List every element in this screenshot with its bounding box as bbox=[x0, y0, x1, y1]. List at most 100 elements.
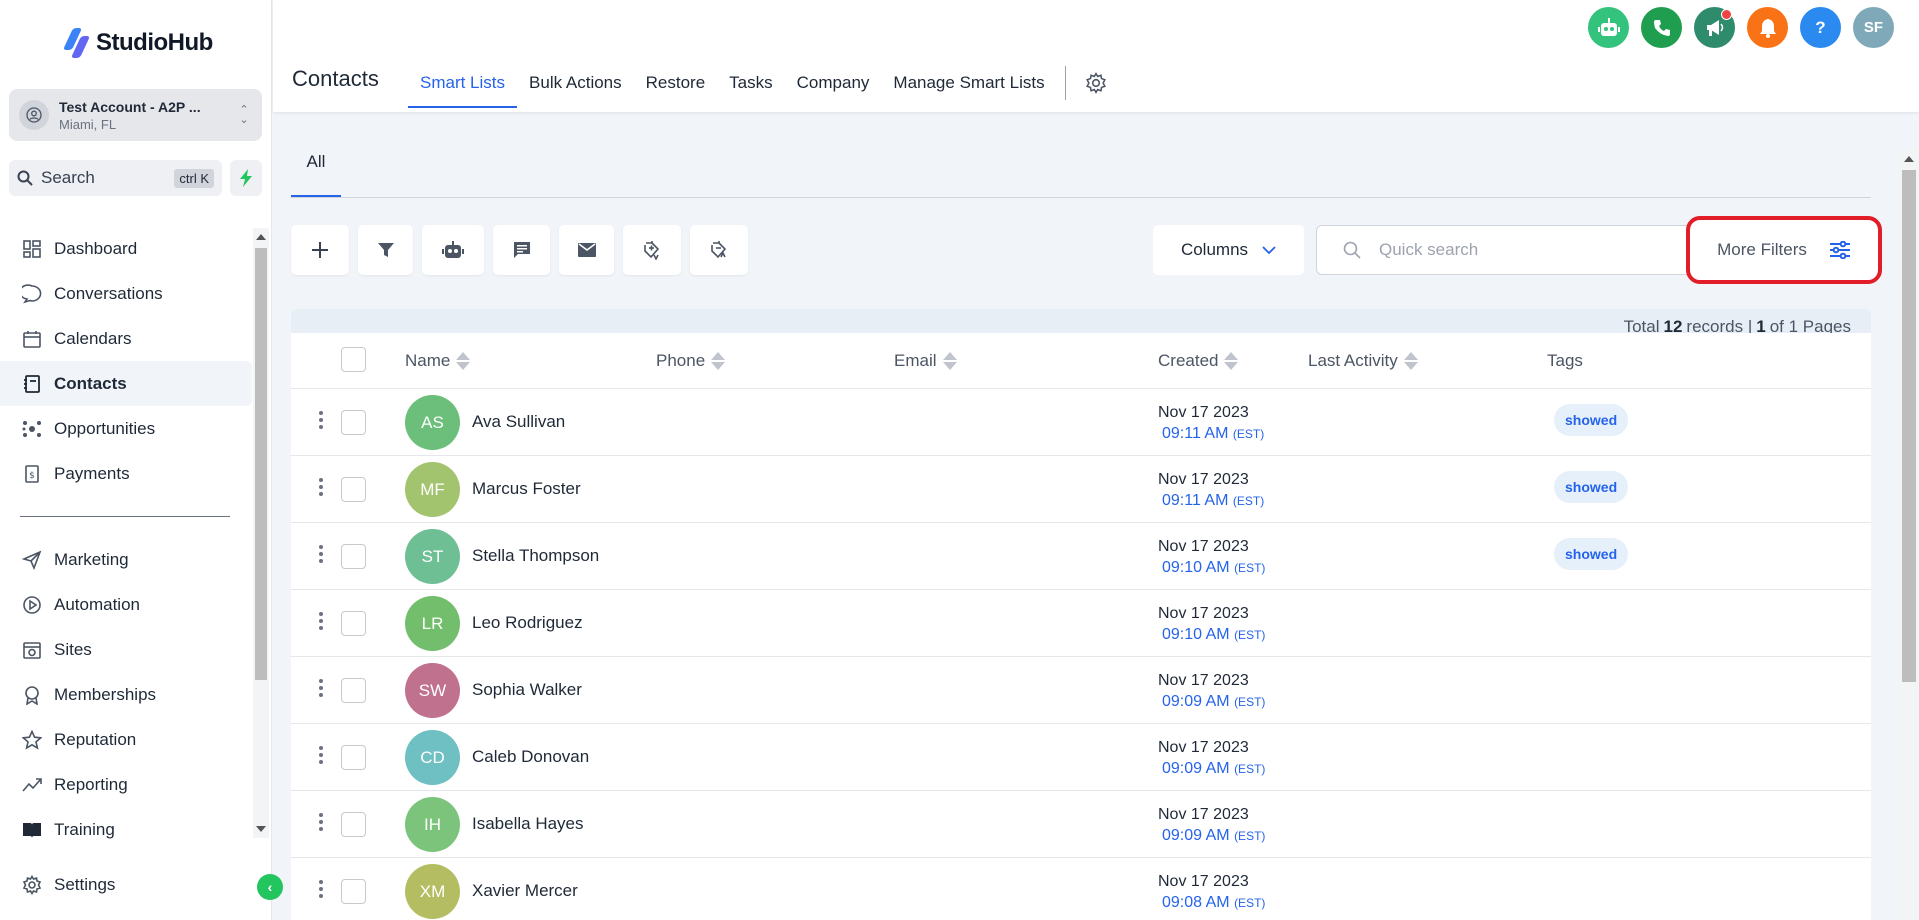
sidebar-item-dashboard[interactable]: Dashboard bbox=[0, 226, 252, 271]
row-menu-icon[interactable] bbox=[318, 612, 324, 630]
quick-search-input[interactable] bbox=[1379, 240, 1679, 260]
help-button[interactable]: ? bbox=[1800, 7, 1841, 48]
remove-tag-button[interactable] bbox=[690, 225, 748, 275]
user-avatar[interactable]: SF bbox=[1853, 7, 1894, 48]
contact-name[interactable]: Stella Thompson bbox=[472, 546, 599, 566]
tab-manage-smart-lists[interactable]: Manage Smart Lists bbox=[881, 58, 1056, 108]
sidebar-item-payments[interactable]: $ Payments bbox=[0, 451, 252, 496]
row-checkbox[interactable] bbox=[341, 879, 366, 904]
row-menu-icon[interactable] bbox=[318, 545, 324, 563]
row-menu-icon[interactable] bbox=[318, 478, 324, 496]
tab-company[interactable]: Company bbox=[785, 58, 882, 108]
main-scrollbar[interactable] bbox=[1899, 150, 1919, 920]
table-row[interactable]: SW Sophia Walker Nov 17 2023 09:09 AM (EST) bbox=[291, 657, 1871, 724]
add-contact-button[interactable] bbox=[291, 225, 349, 275]
add-tag-button[interactable] bbox=[623, 225, 681, 275]
sidebar-item-conversations[interactable]: Conversations bbox=[0, 271, 252, 316]
tab-smart-lists[interactable]: Smart Lists bbox=[408, 58, 518, 108]
sidebar: StudioHub Test Account - A2P ... Miami, … bbox=[0, 0, 272, 920]
scroll-down-icon[interactable] bbox=[256, 826, 266, 832]
column-email[interactable]: Email bbox=[894, 351, 957, 371]
notifications-button[interactable] bbox=[1747, 7, 1788, 48]
announcements-button[interactable] bbox=[1694, 7, 1735, 48]
account-switcher[interactable]: Test Account - A2P ... Miami, FL ⌃ ⌄ bbox=[9, 89, 262, 141]
contact-name[interactable]: Ava Sullivan bbox=[472, 412, 565, 432]
contact-avatar[interactable]: XM bbox=[405, 864, 460, 919]
sidebar-item-contacts[interactable]: Contacts bbox=[0, 361, 252, 406]
row-checkbox[interactable] bbox=[341, 745, 366, 770]
tab-restore[interactable]: Restore bbox=[634, 58, 718, 108]
tag-badge[interactable]: showed bbox=[1554, 538, 1629, 570]
phone-button[interactable] bbox=[1641, 7, 1682, 48]
row-menu-icon[interactable] bbox=[318, 880, 324, 898]
scroll-up-icon[interactable] bbox=[1904, 156, 1914, 162]
send-email-button[interactable] bbox=[559, 225, 614, 275]
column-last-activity[interactable]: Last Activity bbox=[1308, 351, 1418, 371]
sidebar-item-reputation[interactable]: Reputation bbox=[0, 717, 252, 762]
tag-badge[interactable]: showed bbox=[1554, 404, 1629, 436]
tag-badge[interactable]: showed bbox=[1554, 471, 1629, 503]
contact-avatar[interactable]: SW bbox=[405, 663, 460, 718]
sidebar-scrollbar[interactable] bbox=[253, 228, 269, 838]
row-checkbox[interactable] bbox=[341, 812, 366, 837]
tab-all[interactable]: All bbox=[291, 152, 341, 198]
table-row[interactable]: MF Marcus Foster Nov 17 2023 09:11 AM (EST)… bbox=[291, 456, 1871, 523]
contact-avatar[interactable]: LR bbox=[405, 596, 460, 651]
column-phone[interactable]: Phone bbox=[656, 351, 726, 371]
sidebar-item-calendars[interactable]: Calendars bbox=[0, 316, 252, 361]
sidebar-item-training[interactable]: Training bbox=[0, 807, 252, 852]
sidebar-item-sites[interactable]: Sites bbox=[0, 627, 252, 672]
more-filters-button[interactable]: More Filters bbox=[1686, 216, 1882, 284]
contact-name[interactable]: Isabella Hayes bbox=[472, 814, 584, 834]
contact-name[interactable]: Xavier Mercer bbox=[472, 881, 578, 901]
contact-avatar[interactable]: MF bbox=[405, 462, 460, 517]
contact-avatar[interactable]: AS bbox=[405, 395, 460, 450]
table-row[interactable]: ST Stella Thompson Nov 17 2023 09:10 AM (ES… bbox=[291, 523, 1871, 590]
ai-assistant-button[interactable] bbox=[1588, 7, 1629, 48]
tab-tasks[interactable]: Tasks bbox=[717, 58, 784, 108]
contact-avatar[interactable]: CD bbox=[405, 730, 460, 785]
row-checkbox[interactable] bbox=[341, 410, 366, 435]
row-menu-icon[interactable] bbox=[318, 679, 324, 697]
contact-name[interactable]: Leo Rodriguez bbox=[472, 613, 583, 633]
filter-button[interactable] bbox=[358, 225, 413, 275]
contacts-settings-button[interactable] bbox=[1078, 58, 1114, 108]
contact-avatar[interactable]: ST bbox=[405, 529, 460, 584]
sidebar-item-memberships[interactable]: Memberships bbox=[0, 672, 252, 717]
row-checkbox[interactable] bbox=[341, 477, 366, 502]
contact-name[interactable]: Marcus Foster bbox=[472, 479, 581, 499]
sidebar-item-reporting[interactable]: Reporting bbox=[0, 762, 252, 807]
select-all-checkbox[interactable] bbox=[341, 347, 366, 372]
table-row[interactable]: IH Isabella Hayes Nov 17 2023 09:09 AM (EST… bbox=[291, 791, 1871, 858]
row-menu-icon[interactable] bbox=[318, 813, 324, 831]
scrollbar-thumb[interactable] bbox=[255, 248, 267, 680]
sidebar-item-opportunities[interactable]: Opportunities bbox=[0, 406, 252, 451]
row-checkbox[interactable] bbox=[341, 611, 366, 636]
sidebar-search[interactable]: Search ctrl K bbox=[9, 160, 222, 196]
tab-bulk-actions[interactable]: Bulk Actions bbox=[517, 58, 634, 108]
sidebar-item-automation[interactable]: Automation bbox=[0, 582, 252, 627]
sidebar-item-marketing[interactable]: Marketing bbox=[0, 537, 252, 582]
contact-name[interactable]: Sophia Walker bbox=[472, 680, 582, 700]
send-sms-button[interactable] bbox=[493, 225, 550, 275]
sidebar-item-settings[interactable]: Settings bbox=[0, 862, 252, 907]
sidebar-collapse-button[interactable]: ‹ bbox=[257, 874, 283, 900]
table-row[interactable]: CD Caleb Donovan Nov 17 2023 09:09 AM (EST) bbox=[291, 724, 1871, 791]
column-name[interactable]: Name bbox=[405, 351, 471, 371]
table-row[interactable]: AS Ava Sullivan Nov 17 2023 09:11 AM (EST) s… bbox=[291, 389, 1871, 456]
scrollbar-thumb[interactable] bbox=[1902, 170, 1916, 682]
column-created[interactable]: Created bbox=[1158, 351, 1239, 371]
row-menu-icon[interactable] bbox=[318, 746, 324, 764]
quick-action-button[interactable] bbox=[230, 160, 262, 196]
row-checkbox[interactable] bbox=[341, 678, 366, 703]
table-row[interactable]: LR Leo Rodriguez Nov 17 2023 09:10 AM (EST) bbox=[291, 590, 1871, 657]
brand-logo[interactable]: StudioHub bbox=[62, 26, 213, 60]
add-to-workflow-button[interactable] bbox=[422, 225, 484, 275]
scroll-up-icon[interactable] bbox=[256, 234, 266, 240]
contact-avatar[interactable]: IH bbox=[405, 797, 460, 852]
row-checkbox[interactable] bbox=[341, 544, 366, 569]
row-menu-icon[interactable] bbox=[318, 411, 324, 429]
columns-dropdown[interactable]: Columns bbox=[1153, 225, 1304, 275]
table-row[interactable]: XM Xavier Mercer Nov 17 2023 09:08 AM (EST) bbox=[291, 858, 1871, 920]
contact-name[interactable]: Caleb Donovan bbox=[472, 747, 589, 767]
